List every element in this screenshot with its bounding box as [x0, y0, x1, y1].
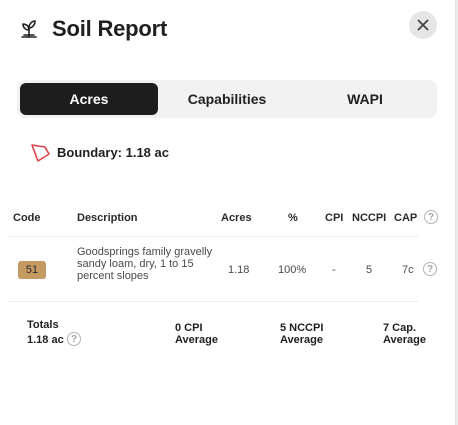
totals-cap-value: 7 Cap.: [383, 322, 417, 334]
row-divider: [8, 301, 418, 302]
page-title: Soil Report: [52, 16, 168, 41]
totals-nccpi-value: 5 NCCPI: [280, 322, 324, 334]
column-header-nccpi: NCCPI: [352, 212, 387, 224]
column-header-cpi: CPI: [325, 212, 344, 224]
soil-code-badge: 51: [18, 261, 46, 279]
soil-description: Goodsprings family gravelly sandy loam, …: [77, 246, 213, 282]
totals-label: Totals: [27, 319, 59, 331]
soil-report-panel: Soil Report Acres Capabilities WAPI Boun…: [0, 0, 456, 425]
close-button[interactable]: [409, 11, 437, 39]
row-cap-help-icon[interactable]: ?: [423, 262, 437, 276]
totals-nccpi-suffix: Average: [280, 334, 324, 346]
close-icon: [417, 19, 429, 31]
boundary-info: Boundary: 1.18 ac: [30, 142, 169, 163]
cap-help-icon[interactable]: ?: [424, 210, 438, 224]
column-header-percent: %: [288, 212, 298, 224]
column-header-code: Code: [13, 212, 41, 224]
totals-cap-suffix: Average: [383, 334, 427, 346]
column-header-cap: CAP: [394, 212, 418, 224]
polygon-boundary-icon: [30, 142, 57, 163]
sprout-icon: [18, 18, 40, 40]
column-header-description: Description: [77, 212, 138, 224]
column-header-acres: Acres: [221, 212, 252, 224]
row-percent: 100%: [278, 264, 307, 276]
tab-capabilities[interactable]: Capabilities: [158, 83, 296, 115]
row-acres: 1.18: [228, 264, 250, 276]
header-divider: [8, 236, 418, 237]
row-nccpi: 5: [366, 264, 373, 276]
header: Soil Report: [18, 12, 167, 46]
totals-cpi-suffix: Average: [175, 334, 219, 346]
tab-bar: Acres Capabilities WAPI: [17, 80, 437, 118]
totals-cpi-value: 0 CPI: [175, 322, 203, 334]
tab-acres[interactable]: Acres: [20, 83, 158, 115]
row-cap: 7c: [402, 264, 414, 276]
row-cpi: -: [332, 264, 336, 276]
totals-help-icon[interactable]: ?: [67, 332, 81, 346]
tab-wapi[interactable]: WAPI: [296, 83, 434, 115]
boundary-label: Boundary: 1.18 ac: [57, 145, 169, 160]
totals-acres: 1.18 ac: [27, 334, 64, 346]
